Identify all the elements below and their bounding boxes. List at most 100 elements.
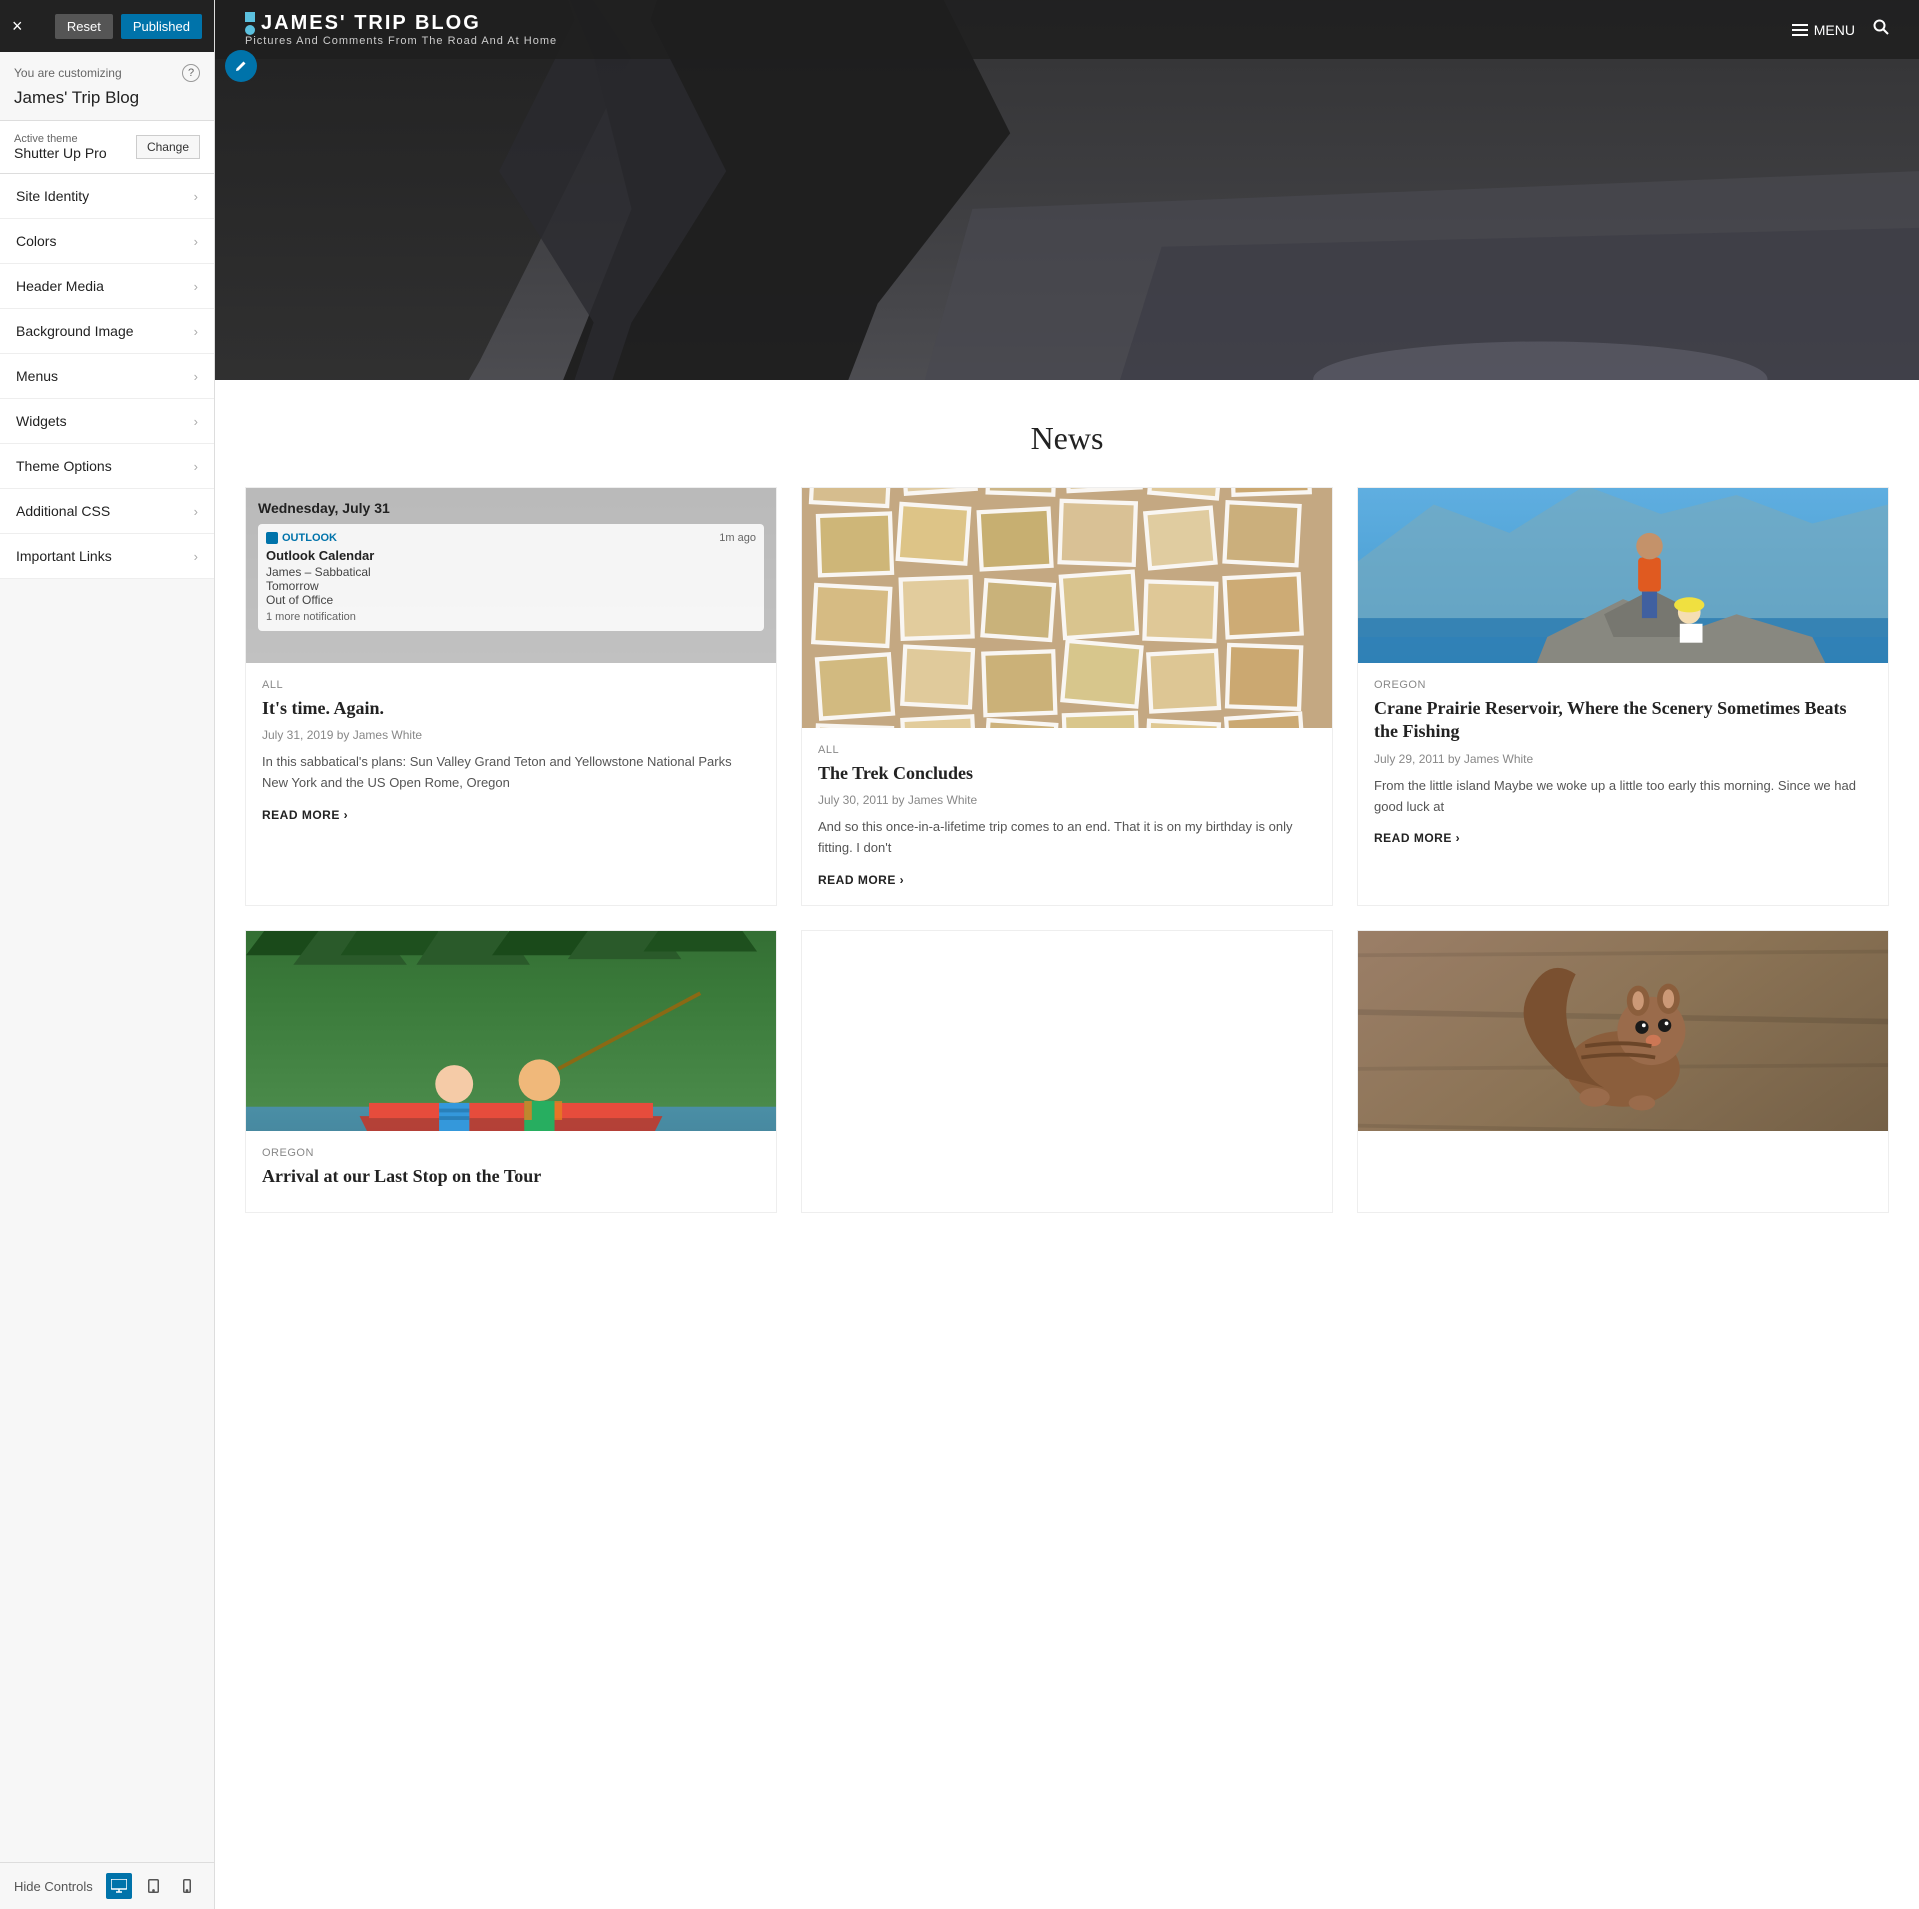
chevron-right-icon: ›	[194, 369, 198, 384]
device-icons	[106, 1873, 200, 1899]
reset-button[interactable]: Reset	[55, 14, 113, 39]
menu-item-widgets[interactable]: Widgets ›	[0, 399, 214, 444]
menu-item-label-site-identity: Site Identity	[16, 188, 89, 204]
nav-menu-button[interactable]: MENU	[1792, 22, 1855, 38]
customizer-panel: × Reset Published You are customizing ? …	[0, 0, 215, 1909]
close-button[interactable]: ×	[12, 17, 23, 35]
notification-overlay: Wednesday, July 31 OUTLOOK 1m ago Outloo…	[246, 488, 776, 663]
preview-area: JAMES' TRIP BLOG Pictures And Comments F…	[215, 0, 1919, 1909]
card-trek-body: All The Trek Concludes July 30, 2011 by …	[802, 728, 1332, 905]
nav-menu-label: MENU	[1814, 22, 1855, 38]
help-icon[interactable]: ?	[182, 64, 200, 82]
card-its-time-category: All	[262, 679, 760, 691]
card-middle-row2	[801, 930, 1333, 1213]
card-crane-prairie: Oregon Crane Prairie Reservoir, Where th…	[1357, 487, 1889, 906]
hide-controls-label: Hide Controls	[14, 1879, 93, 1894]
menu-item-label-header-media: Header Media	[16, 278, 104, 294]
card-its-time-title: It's time. Again.	[262, 697, 760, 720]
card-arrival-image	[246, 931, 776, 1131]
card-crane-read-more[interactable]: READ MORE ›	[1374, 831, 1460, 845]
news-section-title: News	[245, 420, 1889, 457]
news-section: News Wednesday, July 31 OUTLOOK	[215, 380, 1919, 1253]
news-grid-row2: Oregon Arrival at our Last Stop on the T…	[245, 930, 1889, 1213]
menu-item-label-colors: Colors	[16, 233, 56, 249]
card-its-time-image: Wednesday, July 31 OUTLOOK 1m ago Outloo…	[246, 488, 776, 663]
panel-header-actions: Reset Published	[55, 14, 202, 39]
logo-dot-bottom	[245, 25, 255, 35]
menu-item-important-links[interactable]: Important Links ›	[0, 534, 214, 579]
notification-calendar-label: Outlook Calendar	[266, 548, 756, 563]
card-arrival: Oregon Arrival at our Last Stop on the T…	[245, 930, 777, 1213]
chevron-right-icon: ›	[194, 549, 198, 564]
card-trek-title: The Trek Concludes	[818, 762, 1316, 785]
site-name: JAMES' TRIP BLOG	[261, 12, 481, 35]
card-its-time-body: All It's time. Again. July 31, 2019 by J…	[246, 663, 776, 840]
menu-item-label-menus: Menus	[16, 368, 58, 384]
active-theme-info: Active theme Shutter Up Pro	[14, 133, 107, 161]
chevron-right-icon: ›	[194, 414, 198, 429]
chevron-right-icon: ›	[194, 324, 198, 339]
card-its-time-excerpt: In this sabbatical's plans: Sun Valley G…	[262, 752, 760, 794]
card-arrival-title: Arrival at our Last Stop on the Tour	[262, 1165, 760, 1188]
site-top-bar: JAMES' TRIP BLOG Pictures And Comments F…	[215, 0, 1919, 59]
menu-item-menus[interactable]: Menus ›	[0, 354, 214, 399]
chevron-right-icon: ›	[194, 459, 198, 474]
card-its-time-meta: July 31, 2019 by James White	[262, 728, 760, 742]
chevron-right-icon: ›	[194, 234, 198, 249]
news-grid-row1: Wednesday, July 31 OUTLOOK 1m ago Outloo…	[245, 487, 1889, 906]
menu-item-label-important-links: Important Links	[16, 548, 112, 564]
notification-date: Wednesday, July 31	[258, 500, 764, 516]
notification-app: OUTLOOK	[282, 532, 337, 544]
hide-controls-button[interactable]: Hide Controls	[14, 1879, 93, 1894]
change-theme-button[interactable]: Change	[136, 135, 200, 159]
card-squirrel-image	[1358, 931, 1888, 1131]
active-theme-section: Active theme Shutter Up Pro Change	[0, 120, 214, 174]
chevron-right-icon: ›	[194, 279, 198, 294]
card-trek-concludes: All The Trek Concludes July 30, 2011 by …	[801, 487, 1333, 906]
card-crane-title: Crane Prairie Reservoir, Where the Scene…	[1374, 697, 1872, 744]
card-trek-category: All	[818, 744, 1316, 756]
menu-item-colors[interactable]: Colors ›	[0, 219, 214, 264]
menu-item-label-theme-options: Theme Options	[16, 458, 112, 474]
menu-item-background-image[interactable]: Background Image ›	[0, 309, 214, 354]
chevron-right-icon: ›	[194, 504, 198, 519]
nav-search-button[interactable]	[1873, 19, 1889, 40]
published-button[interactable]: Published	[121, 14, 202, 39]
card-crane-image	[1358, 488, 1888, 663]
edit-pencil-button[interactable]	[225, 50, 257, 82]
notification-more: 1 more notification	[266, 611, 756, 623]
menu-item-label-background-image: Background Image	[16, 323, 134, 339]
menu-item-theme-options[interactable]: Theme Options ›	[0, 444, 214, 489]
menu-item-header-media[interactable]: Header Media ›	[0, 264, 214, 309]
card-trek-image	[802, 488, 1332, 728]
card-crane-body: Oregon Crane Prairie Reservoir, Where th…	[1358, 663, 1888, 863]
site-tagline: Pictures And Comments From The Road And …	[245, 35, 557, 47]
panel-footer: Hide Controls	[0, 1862, 214, 1909]
site-header: JAMES' TRIP BLOG Pictures And Comments F…	[215, 0, 1919, 380]
card-arrival-body: Oregon Arrival at our Last Stop on the T…	[246, 1131, 776, 1212]
menu-item-site-identity[interactable]: Site Identity ›	[0, 174, 214, 219]
logo-dot-top	[245, 12, 255, 22]
panel-header: × Reset Published	[0, 0, 214, 52]
notification-time: 1m ago	[719, 532, 756, 544]
card-squirrel	[1357, 930, 1889, 1213]
card-its-time-read-more[interactable]: READ MORE ›	[262, 808, 348, 822]
card-crane-meta: July 29, 2011 by James White	[1374, 752, 1872, 766]
site-title-wrap: JAMES' TRIP BLOG Pictures And Comments F…	[245, 12, 557, 47]
panel-menu: Site Identity › Colors › Header Media › …	[0, 174, 214, 579]
card-trek-read-more[interactable]: READ MORE ›	[818, 873, 904, 887]
desktop-icon[interactable]	[106, 1873, 132, 1899]
menu-item-additional-css[interactable]: Additional CSS ›	[0, 489, 214, 534]
outlook-icon	[266, 532, 278, 544]
card-middle-body	[802, 931, 1332, 971]
tablet-icon[interactable]	[140, 1873, 166, 1899]
active-theme-name: Shutter Up Pro	[14, 145, 107, 161]
menu-item-label-additional-css: Additional CSS	[16, 503, 110, 519]
customizing-site-title: James' Trip Blog	[0, 88, 214, 120]
card-crane-category: Oregon	[1374, 679, 1872, 691]
mobile-icon[interactable]	[174, 1873, 200, 1899]
card-arrival-category: Oregon	[262, 1147, 760, 1159]
active-theme-label: Active theme	[14, 133, 107, 145]
site-nav: MENU	[1792, 19, 1889, 40]
customizing-label: You are customizing ?	[0, 52, 214, 88]
